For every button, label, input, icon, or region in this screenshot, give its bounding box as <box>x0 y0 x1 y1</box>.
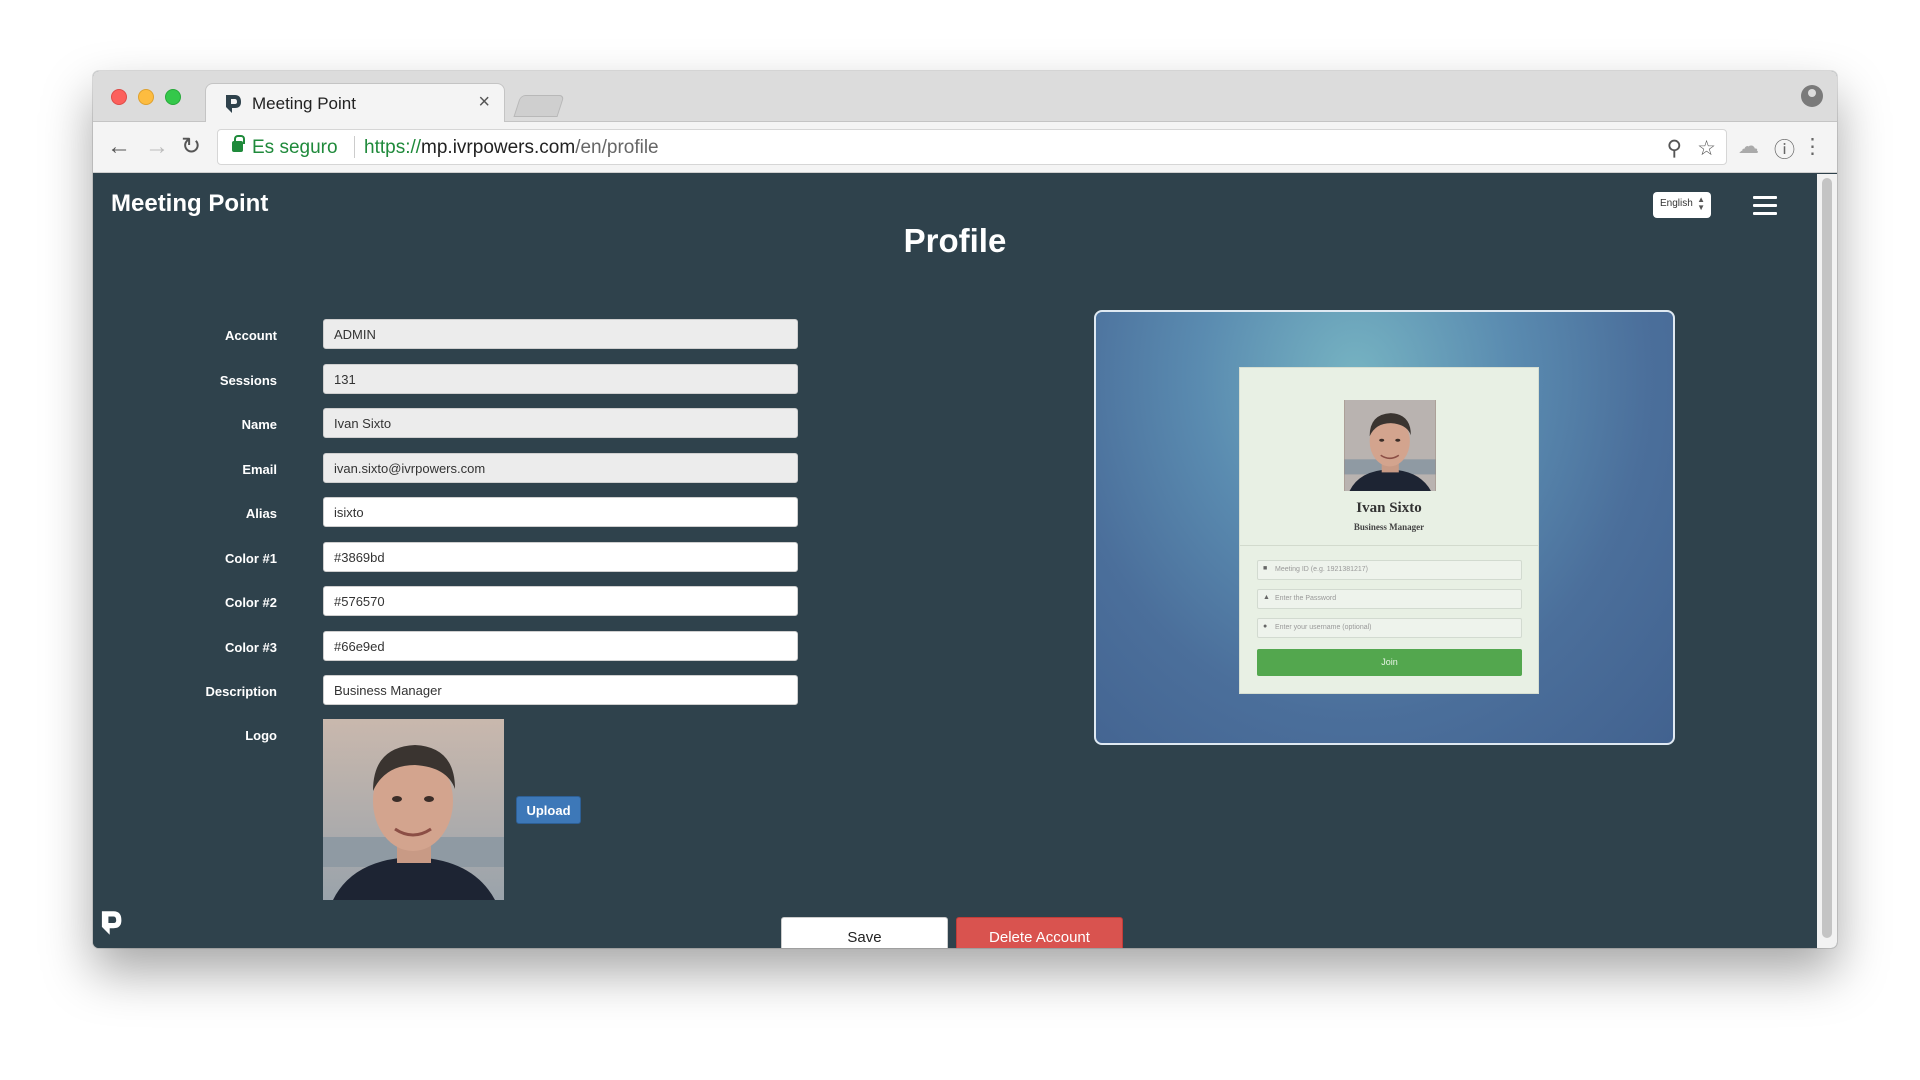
browser-menu-icon[interactable]: ⋮ <box>1802 134 1823 159</box>
delete-account-button[interactable]: Delete Account <box>956 917 1123 948</box>
alias-label: Alias <box>245 506 277 521</box>
url-text[interactable]: https://mp.ivrpowers.com/en/profile <box>364 137 659 159</box>
user-icon: ● <box>1263 623 1268 630</box>
color2-label: Color #2 <box>224 595 277 610</box>
sessions-field[interactable] <box>323 364 798 394</box>
forward-arrow-icon[interactable]: → <box>145 134 169 160</box>
meeting-point-logo-icon[interactable] <box>99 910 123 936</box>
login-preview: Ivan Sixto Business Manager ■ Meeting ID… <box>1094 310 1675 745</box>
secure-label: Es seguro <box>252 137 338 158</box>
address-bar[interactable]: Es seguro https://mp.ivrpowers.com/en/pr… <box>217 129 1727 165</box>
color2-field[interactable] <box>323 586 798 616</box>
cloud-extension-icon[interactable]: ☁ <box>1738 134 1759 159</box>
close-window-button[interactable] <box>111 89 127 105</box>
logo-label: Logo <box>245 728 277 743</box>
video-icon: ■ <box>1263 565 1268 572</box>
save-button[interactable]: Save <box>781 917 948 948</box>
browser-profile-icon[interactable] <box>1801 85 1823 107</box>
page-content: Meeting Point English ▲ ▼ Profile Account… <box>93 174 1817 948</box>
preview-username-input: ● Enter your username (optional) <box>1257 618 1522 638</box>
url-separator <box>354 136 355 158</box>
preview-role: Business Manager <box>1353 522 1425 532</box>
tab-title: Meeting Point <box>252 94 356 113</box>
logo-image <box>323 719 504 900</box>
lock-icon <box>232 135 245 152</box>
preview-photo-icon <box>1344 400 1436 491</box>
preview-divider <box>1240 545 1538 546</box>
reload-icon[interactable]: ↻ <box>181 134 201 160</box>
maximize-window-button[interactable] <box>165 89 181 105</box>
tab-close-icon[interactable]: × <box>478 91 490 114</box>
scrollbar-thumb[interactable] <box>1822 178 1832 938</box>
account-field[interactable] <box>323 319 798 349</box>
color3-field[interactable] <box>323 631 798 661</box>
zoom-icon[interactable]: ⚲ <box>1667 136 1682 161</box>
minimize-window-button[interactable] <box>138 89 154 105</box>
tab-bar: Meeting Point × <box>93 71 1837 123</box>
preview-password-placeholder: Enter the Password <box>1275 595 1337 602</box>
preview-join-button: Join <box>1257 649 1522 676</box>
url-host: mp.ivrpowers.com <box>421 137 576 158</box>
new-tab-button[interactable] <box>513 95 565 117</box>
back-arrow-icon[interactable]: ← <box>107 134 131 160</box>
color3-label: Color #3 <box>224 640 277 655</box>
color1-label: Color #1 <box>224 551 277 566</box>
sessions-label: Sessions <box>219 373 277 388</box>
page-title: Profile <box>903 222 1007 259</box>
bookmark-star-icon[interactable]: ☆ <box>1697 136 1716 161</box>
hamburger-menu-icon[interactable] <box>1753 196 1777 216</box>
description-label: Description <box>205 684 277 699</box>
description-field[interactable] <box>323 675 798 705</box>
preview-username-placeholder: Enter your username (optional) <box>1275 624 1372 631</box>
url-scheme: https:// <box>364 137 422 158</box>
preview-name: Ivan Sixto <box>1356 500 1422 516</box>
color1-field[interactable] <box>323 542 798 572</box>
browser-toolbar: ← → ↻ Es seguro https://mp.ivrpowers.com… <box>93 122 1837 173</box>
page-scrollbar[interactable] <box>1817 174 1837 948</box>
meeting-point-favicon-icon <box>226 95 241 113</box>
alias-field[interactable] <box>323 497 798 527</box>
email-field[interactable] <box>323 453 798 483</box>
email-label: Email <box>242 462 277 477</box>
tab-meeting-point[interactable]: Meeting Point × <box>205 83 505 123</box>
url-path: /en/profile <box>575 137 659 158</box>
preview-card: Ivan Sixto Business Manager ■ Meeting ID… <box>1239 367 1539 694</box>
preview-meeting-id-placeholder: Meeting ID (e.g. 1921381217) <box>1275 566 1369 573</box>
language-select-value: English <box>1660 198 1693 209</box>
info-extension-icon[interactable]: ⓘ <box>1774 134 1795 164</box>
brand-title[interactable]: Meeting Point <box>111 190 268 218</box>
lock-icon: ▲ <box>1263 594 1270 601</box>
language-select[interactable]: English ▲ ▼ <box>1653 192 1711 218</box>
select-arrows-icon: ▲ ▼ <box>1697 195 1705 212</box>
name-field[interactable] <box>323 408 798 438</box>
preview-password-input: ▲ Enter the Password <box>1257 589 1522 609</box>
upload-button[interactable]: Upload <box>516 796 581 824</box>
preview-photo <box>1344 400 1436 491</box>
account-label: Account <box>225 328 277 343</box>
preview-meeting-id-input: ■ Meeting ID (e.g. 1921381217) <box>1257 560 1522 580</box>
browser-window: Meeting Point × ← → ↻ Es seguro https://… <box>93 71 1837 948</box>
name-label: Name <box>241 417 277 432</box>
profile-photo-icon <box>323 719 504 900</box>
